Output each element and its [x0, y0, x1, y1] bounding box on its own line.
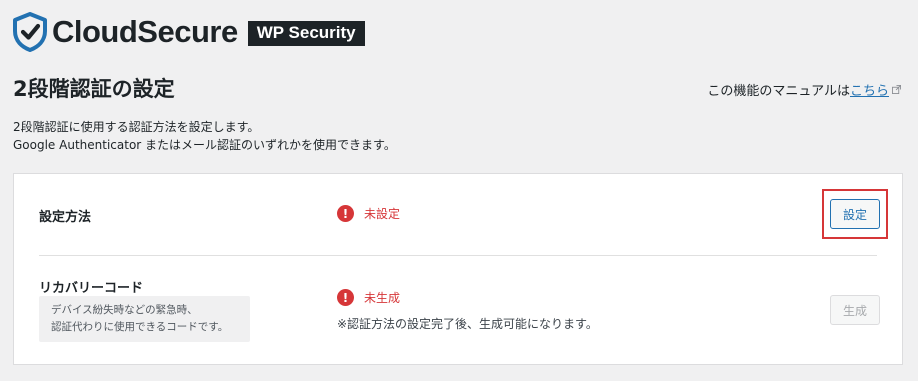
external-link-icon	[892, 85, 901, 94]
setup-button[interactable]: 設定	[830, 199, 880, 229]
generate-button[interactable]: 生成	[830, 295, 880, 325]
description-line-1: 2段階認証に使用する認証方法を設定します。	[13, 120, 260, 134]
recovery-status-text: 未生成	[364, 291, 401, 305]
page-description: 2段階認証に使用する認証方法を設定します。 Google Authenticat…	[13, 118, 396, 154]
product-badge: WP Security	[247, 20, 365, 46]
error-icon: !	[337, 289, 354, 306]
method-label: 設定方法	[39, 210, 92, 225]
method-status: ! 未設定	[337, 205, 400, 222]
brand-name: CloudSecure	[52, 14, 238, 49]
recovery-status: ! 未生成	[337, 289, 400, 306]
recovery-label: リカバリーコード	[39, 281, 144, 296]
recovery-hint-line-1: デバイス紛失時などの緊急時、	[51, 304, 198, 316]
method-status-text: 未設定	[364, 207, 401, 221]
logo: CloudSecure WP Security	[12, 12, 365, 52]
recovery-hint-line-2: 認証代わりに使用できるコードです。	[51, 321, 229, 333]
manual-link[interactable]: こちら	[850, 80, 889, 99]
error-icon: !	[337, 205, 354, 222]
manual-link-area: この機能のマニュアルは こちら	[707, 80, 901, 99]
description-line-2: Google Authenticator またはメール認証のいずれかを使用できま…	[13, 138, 396, 152]
settings-card: 設定方法 ! 未設定 設定 リカバリーコード デバイス紛失時などの緊急時、 認証…	[13, 173, 903, 365]
recovery-hint: デバイス紛失時などの緊急時、 認証代わりに使用できるコードです。	[39, 296, 250, 342]
divider	[39, 255, 877, 256]
manual-prefix: この機能のマニュアルは	[707, 84, 850, 99]
page-title: 2段階認証の設定	[13, 77, 175, 101]
shield-check-icon	[13, 12, 47, 52]
recovery-note: ※認証方法の設定完了後、生成可能になります。	[337, 317, 598, 331]
